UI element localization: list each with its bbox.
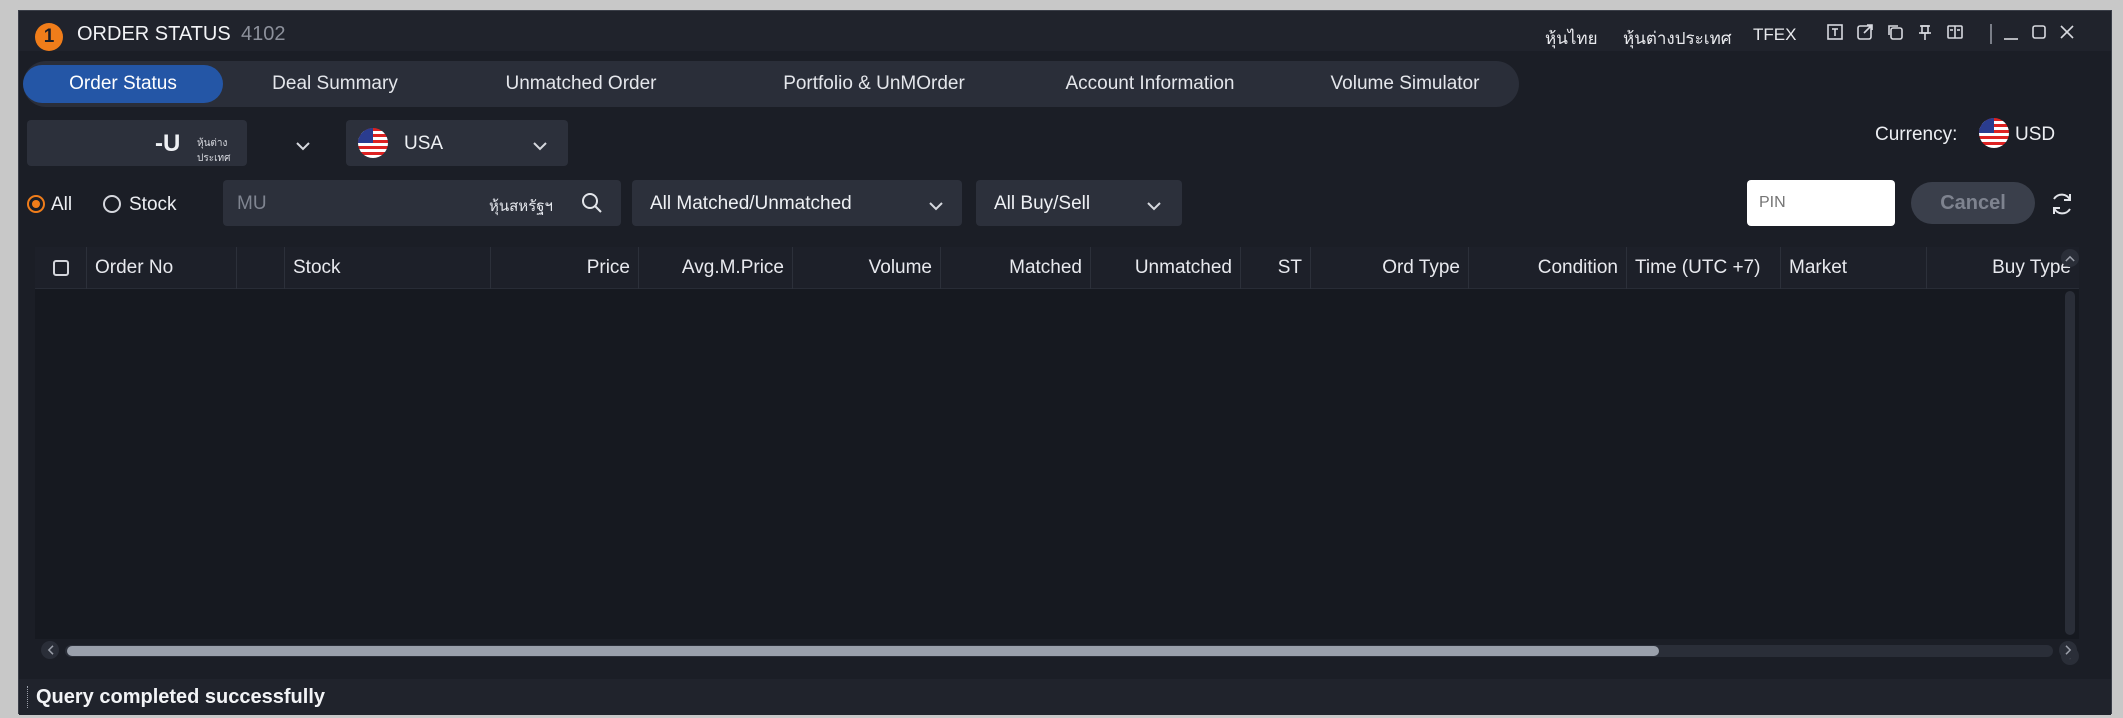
- country-select[interactable]: USA: [346, 120, 568, 166]
- titlebar-divider: [1990, 24, 1992, 44]
- window-title: ORDER STATUS: [77, 23, 231, 45]
- search-market-label: หุ้นสหรัฐฯ: [489, 198, 553, 215]
- order-status-window: 1 ORDER STATUS 4102 หุ้นไทย หุ้นต่างประเ…: [18, 10, 2112, 715]
- tab-bar: Order Status Deal Summary Unmatched Orde…: [23, 61, 1519, 107]
- scroll-right-icon[interactable]: [2059, 641, 2077, 659]
- radio-all-label: All: [51, 194, 73, 215]
- col-buy-type[interactable]: Buy Type: [1927, 247, 2079, 289]
- refresh-icon[interactable]: [2049, 191, 2075, 217]
- popout-icon[interactable]: [1855, 22, 1875, 42]
- close-icon[interactable]: [2057, 22, 2077, 42]
- pin-icon[interactable]: [1915, 22, 1935, 42]
- account-market-label: หุ้นต่างประเทศ: [197, 138, 231, 164]
- search-icon[interactable]: [581, 192, 603, 214]
- chevron-down-icon: [928, 198, 943, 211]
- country-value: USA: [404, 133, 444, 154]
- horizontal-scroll-thumb[interactable]: [67, 646, 1659, 656]
- col-blank[interactable]: [237, 247, 285, 289]
- chevron-down-icon: [1146, 198, 1161, 211]
- col-time[interactable]: Time (UTC +7): [1627, 247, 1781, 289]
- buysell-filter-select[interactable]: All Buy/Sell: [976, 180, 1182, 226]
- account-select[interactable]: -U หุ้นต่างประเทศ: [27, 120, 310, 166]
- tab-account-information[interactable]: Account Information: [1035, 65, 1265, 103]
- col-st[interactable]: ST: [1241, 247, 1311, 289]
- tab-unmatched-order[interactable]: Unmatched Order: [489, 65, 673, 103]
- stock-search-input[interactable]: MU หุ้นสหรัฐฯ: [223, 180, 621, 226]
- radio-stock[interactable]: [103, 195, 121, 213]
- buysell-filter-value: All Buy/Sell: [994, 193, 1091, 214]
- scroll-up-icon[interactable]: [2061, 249, 2079, 267]
- window-number-badge: 1: [35, 23, 63, 51]
- tab-portfolio-unmorder[interactable]: Portfolio & UnMOrder: [753, 65, 995, 103]
- table-header: Order No Stock Price Avg.M.Price Volume …: [35, 247, 2079, 289]
- table-body: [35, 289, 2079, 639]
- matched-filter-value: All Matched/Unmatched: [650, 193, 852, 214]
- currency-label: Currency:: [1875, 124, 1958, 145]
- tab-deal-summary[interactable]: Deal Summary: [255, 65, 415, 103]
- vertical-scrollbar[interactable]: [2059, 247, 2081, 667]
- select-all-checkbox-cell: [35, 247, 87, 289]
- horizontal-scroll-track[interactable]: [65, 645, 2053, 657]
- select-all-checkbox[interactable]: [52, 260, 69, 276]
- col-matched[interactable]: Matched: [941, 247, 1091, 289]
- col-volume[interactable]: Volume: [793, 247, 941, 289]
- status-message: Query completed successfully: [36, 685, 326, 708]
- col-price[interactable]: Price: [491, 247, 639, 289]
- vertical-scroll-track[interactable]: [2065, 291, 2075, 635]
- status-bar: Query completed successfully: [19, 679, 2111, 715]
- tab-volume-simulator[interactable]: Volume Simulator: [1305, 65, 1505, 103]
- pin-input[interactable]: [1747, 180, 1895, 226]
- book-icon[interactable]: [1945, 22, 1965, 42]
- radio-all[interactable]: [27, 195, 45, 213]
- search-placeholder: MU: [237, 193, 267, 214]
- col-condition[interactable]: Condition: [1469, 247, 1627, 289]
- chevron-down-icon: [295, 138, 310, 151]
- scroll-left-icon[interactable]: [41, 641, 59, 659]
- duplicate-icon[interactable]: [1885, 22, 1905, 42]
- minimize-icon[interactable]: [2001, 22, 2021, 42]
- cancel-button[interactable]: Cancel: [1911, 182, 2035, 224]
- col-unmatched[interactable]: Unmatched: [1091, 247, 1241, 289]
- col-order-no[interactable]: Order No: [87, 247, 237, 289]
- col-avg-m-price[interactable]: Avg.M.Price: [639, 247, 793, 289]
- col-stock[interactable]: Stock: [285, 247, 491, 289]
- us-flag-icon: [1979, 118, 2009, 148]
- grip-icon: [27, 686, 30, 708]
- col-ord-type[interactable]: Ord Type: [1311, 247, 1469, 289]
- window-code: 4102: [241, 23, 286, 45]
- us-flag-icon: [358, 128, 388, 158]
- radio-stock-label: Stock: [129, 194, 177, 215]
- horizontal-scrollbar[interactable]: [41, 639, 2081, 661]
- layout-icon[interactable]: [1825, 22, 1845, 42]
- account-value: -U: [155, 130, 181, 157]
- market-link-thai[interactable]: หุ้นไทย: [1545, 25, 1598, 52]
- title-bar: 1 ORDER STATUS 4102 หุ้นไทย หุ้นต่างประเ…: [19, 11, 2111, 51]
- chevron-down-icon: [532, 138, 547, 151]
- tab-order-status[interactable]: Order Status: [23, 65, 223, 103]
- matched-filter-select[interactable]: All Matched/Unmatched: [632, 180, 962, 226]
- col-market[interactable]: Market: [1781, 247, 1927, 289]
- maximize-icon[interactable]: [2029, 22, 2049, 42]
- market-link-tfex[interactable]: TFEX: [1753, 25, 1796, 45]
- market-link-foreign[interactable]: หุ้นต่างประเทศ: [1623, 25, 1732, 52]
- currency-value: USD: [2015, 124, 2056, 145]
